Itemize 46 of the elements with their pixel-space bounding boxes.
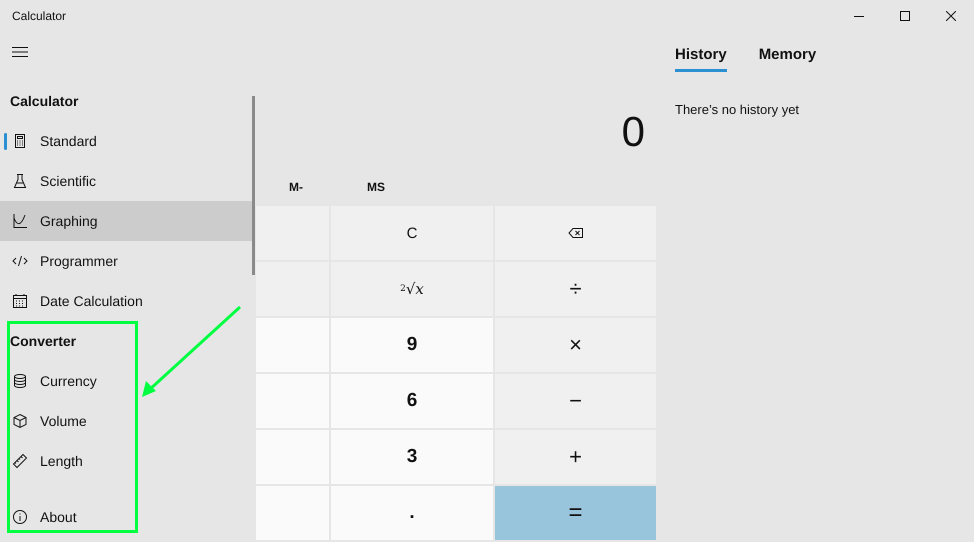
key-button[interactable]: C	[331, 206, 493, 260]
key-button[interactable]: $^{2}$√x	[331, 262, 493, 316]
memory-button[interactable]: M-	[256, 168, 336, 206]
calculator-icon	[12, 133, 28, 149]
coin-stack-icon	[12, 373, 28, 389]
empty-history-message: There’s no history yet	[675, 102, 800, 117]
key-button[interactable]: −	[495, 374, 656, 428]
nav-item[interactable]: Scientific	[0, 161, 255, 201]
nav-item[interactable]: Date Calculation	[0, 281, 255, 321]
nav-item[interactable]: Currency	[0, 361, 255, 401]
section-heading: Converter	[9, 332, 78, 351]
memory-button[interactable]: MS	[336, 168, 416, 206]
result-display: 0	[620, 107, 646, 158]
code-icon	[12, 253, 28, 269]
key-button[interactable]: 6	[331, 374, 493, 428]
key-button[interactable]: ÷	[495, 262, 656, 316]
key-button[interactable]: 9	[331, 318, 493, 372]
close-icon	[946, 11, 956, 21]
tab[interactable]: Memory	[758, 44, 816, 72]
window-title: Calculator	[11, 9, 66, 23]
key-button[interactable]: .	[331, 486, 493, 540]
nav-item[interactable]: Volume	[0, 401, 255, 441]
section-heading: Calculator	[9, 92, 80, 111]
backspace-icon	[568, 227, 584, 239]
nav-item[interactable]: Standard	[0, 121, 255, 161]
ruler-icon	[12, 453, 28, 469]
flask-icon	[12, 173, 28, 189]
key-button[interactable]: =	[495, 486, 656, 540]
backspace-button[interactable]	[495, 206, 656, 260]
calendar-icon	[12, 293, 28, 309]
nav-item[interactable]: Graphing	[0, 201, 255, 241]
info-icon	[12, 509, 28, 525]
scrollbar[interactable]	[252, 96, 255, 275]
graph-icon	[12, 213, 28, 229]
cube-icon	[12, 413, 28, 429]
nav-item[interactable]: Length	[0, 441, 255, 481]
nav-item[interactable]: About	[0, 497, 255, 537]
nav-item[interactable]: Programmer	[0, 241, 255, 281]
key-button[interactable]: 3	[331, 430, 493, 484]
key-button[interactable]: ×	[495, 318, 656, 372]
blank-key[interactable]	[256, 206, 329, 260]
menu-icon	[12, 46, 28, 58]
blank-key[interactable]	[256, 262, 329, 316]
maximize-icon	[900, 11, 910, 21]
key-button[interactable]: +	[495, 430, 656, 484]
tab[interactable]: History	[675, 44, 727, 72]
